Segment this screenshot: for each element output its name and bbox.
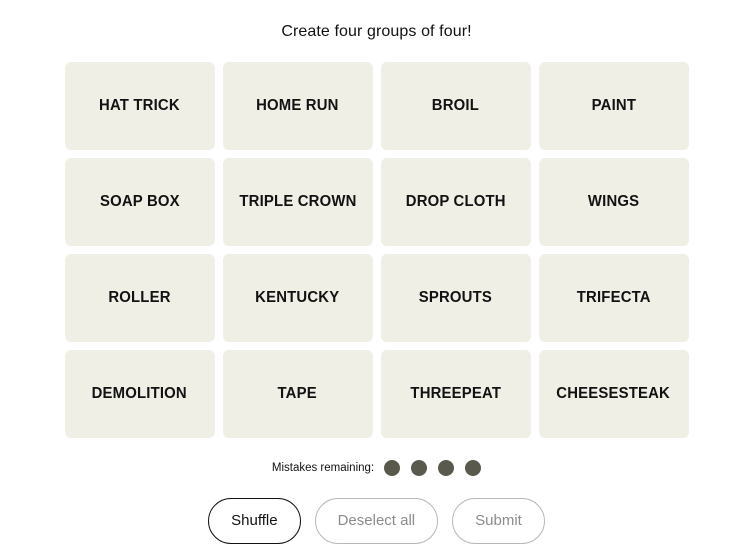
word-tile[interactable]: CHEESESTEAK: [538, 350, 689, 438]
word-grid: HAT TRICK HOME RUN BROIL PAINT SOAP BOX …: [64, 62, 689, 438]
mistakes-remaining: Mistakes remaining:: [271, 460, 482, 476]
word-tile-label: BROIL: [431, 97, 480, 114]
word-tile-label: DROP CLOTH: [405, 193, 506, 210]
mistakes-remaining-label: Mistakes remaining:: [271, 462, 375, 474]
word-tile-label: CHEESESTEAK: [556, 385, 671, 402]
mistake-dot-icon: [411, 460, 428, 476]
word-tile[interactable]: KENTUCKY: [222, 254, 373, 342]
mistake-dot-icon: [465, 460, 482, 476]
word-tile-label: SPROUTS: [418, 289, 493, 306]
control-buttons: Shuffle Deselect all Submit: [208, 498, 545, 544]
word-tile-label: THREEPEAT: [410, 385, 501, 402]
word-tile-label: TRIPLE CROWN: [238, 193, 357, 210]
word-tile[interactable]: THREEPEAT: [380, 350, 531, 438]
word-tile-label: TRIFECTA: [576, 289, 651, 306]
word-tile[interactable]: BROIL: [380, 62, 531, 150]
word-tile[interactable]: SPROUTS: [380, 254, 531, 342]
mistakes-dots: [384, 460, 482, 476]
word-tile[interactable]: SOAP BOX: [64, 158, 215, 246]
mistake-dot-icon: [438, 460, 455, 476]
word-tile[interactable]: WINGS: [538, 158, 689, 246]
word-tile[interactable]: DROP CLOTH: [380, 158, 531, 246]
word-tile[interactable]: TRIFECTA: [538, 254, 689, 342]
word-tile-label: HAT TRICK: [99, 97, 180, 114]
word-tile-label: TAPE: [277, 385, 318, 402]
word-tile-label: KENTUCKY: [255, 289, 340, 306]
word-tile[interactable]: HAT TRICK: [64, 62, 215, 150]
word-tile-label: DEMOLITION: [91, 385, 188, 402]
connections-game: Create four groups of four! HAT TRICK HO…: [0, 0, 753, 544]
word-tile-label: ROLLER: [108, 289, 171, 306]
mistake-dot-icon: [384, 460, 401, 476]
word-tile[interactable]: PAINT: [538, 62, 689, 150]
word-tile-label: WINGS: [587, 193, 640, 210]
submit-button[interactable]: Submit: [452, 498, 545, 544]
word-tile[interactable]: TRIPLE CROWN: [222, 158, 373, 246]
word-tile[interactable]: DEMOLITION: [64, 350, 215, 438]
word-tile[interactable]: TAPE: [222, 350, 373, 438]
shuffle-button[interactable]: Shuffle: [208, 498, 301, 544]
word-tile-label: SOAP BOX: [99, 193, 180, 210]
word-tile-label: HOME RUN: [256, 97, 339, 114]
page-title: Create four groups of four!: [281, 23, 472, 40]
word-tile[interactable]: ROLLER: [64, 254, 215, 342]
deselect-all-button[interactable]: Deselect all: [314, 498, 439, 544]
word-tile[interactable]: HOME RUN: [222, 62, 373, 150]
word-tile-label: PAINT: [591, 97, 636, 114]
